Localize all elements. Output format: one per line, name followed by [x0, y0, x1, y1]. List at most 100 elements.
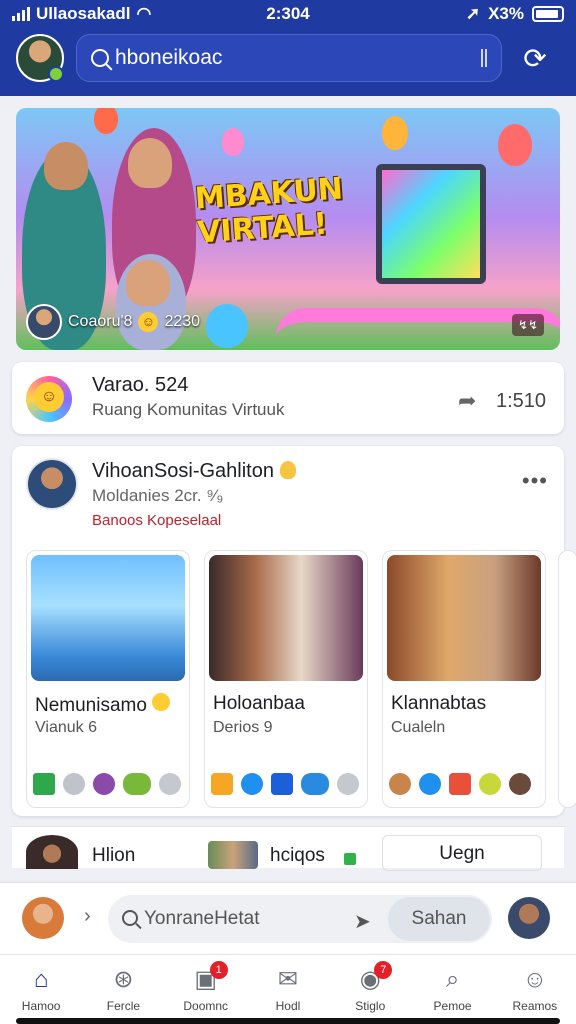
- post-meta: Moldanies 2cr. ⁹⁄₉: [92, 486, 224, 505]
- card-icons: [33, 773, 181, 795]
- post-author[interactable]: VihoanSosi-Gahliton: [92, 460, 296, 483]
- online-indicator: [344, 853, 356, 865]
- avatar-icon[interactable]: [509, 773, 531, 795]
- home-indicator[interactable]: [16, 1018, 560, 1024]
- location-icon: ➚: [465, 4, 481, 23]
- suggestion-label[interactable]: hciqos: [270, 845, 325, 867]
- balloon-decoration: [222, 128, 244, 156]
- app-icon[interactable]: [419, 773, 441, 795]
- community-title: Varao. 524: [92, 374, 189, 396]
- composer-bar: › YonraneHetat ➤ Sahan: [0, 882, 576, 954]
- nav-item-notifications[interactable]: ▣ 1 Doomnc: [165, 955, 247, 1024]
- balloon-decoration: [382, 116, 408, 150]
- nav-item-messages[interactable]: ✉ Hodl: [247, 955, 329, 1024]
- chat-icon[interactable]: [123, 773, 151, 795]
- refresh-icon[interactable]: ⟳: [520, 44, 550, 74]
- filter-icon[interactable]: [481, 49, 487, 67]
- community-card[interactable]: ☺ Varao. 524 Ruang Komunitas Virtuuk ➦ 1…: [12, 362, 564, 434]
- app-icon[interactable]: [159, 773, 181, 795]
- post-card-item-partial[interactable]: [558, 550, 576, 808]
- notification-badge: 1: [209, 961, 228, 979]
- user-avatar[interactable]: [22, 897, 64, 939]
- post-card-item[interactable]: Nemunisamo Vianuk 6: [26, 550, 190, 808]
- nav-item-explore[interactable]: ⊛ Fercle: [82, 955, 164, 1024]
- card-title: Nemunisamo: [35, 693, 171, 717]
- suggestion-avatar[interactable]: [26, 835, 78, 869]
- search-bar[interactable]: hboneikoac: [76, 34, 502, 82]
- app-icon[interactable]: [63, 773, 85, 795]
- nav-item-home[interactable]: ⌂ Hamoo: [0, 955, 82, 1024]
- search-icon: [122, 910, 138, 926]
- app-icon[interactable]: [337, 773, 359, 795]
- author-name: Coaoru'8: [68, 313, 133, 330]
- chevron-right-icon[interactable]: ›: [84, 905, 91, 928]
- nav-item-search[interactable]: ⌕ Pemoe: [411, 955, 493, 1024]
- composer-input[interactable]: YonraneHetat: [144, 908, 260, 930]
- post-card-item[interactable]: Klannabtas Cualeln: [382, 550, 546, 808]
- nav-item-profile[interactable]: ☺ Reamos: [494, 955, 576, 1024]
- community-icon: ☺: [26, 376, 72, 422]
- notification-badge: 7: [374, 961, 393, 979]
- smiley-icon: ☺: [34, 382, 64, 412]
- nav-item-chat[interactable]: ◉ 7 Stiglo: [329, 955, 411, 1024]
- online-indicator: [48, 66, 64, 82]
- profile-icon: ☺: [522, 966, 548, 993]
- messages-icon: ✉: [277, 966, 299, 993]
- post-author-name: VihoanSosi-Gahliton: [92, 460, 274, 482]
- status-right: ➚ X3%: [466, 4, 564, 24]
- virtual-screen-illustration: [376, 164, 486, 284]
- avatar-icon[interactable]: [93, 773, 115, 795]
- smiley-icon: [152, 693, 171, 711]
- suggestion-image[interactable]: [208, 841, 258, 869]
- app-icon[interactable]: [479, 773, 501, 795]
- contact-avatar[interactable]: [508, 897, 550, 939]
- app-icon[interactable]: [211, 773, 233, 795]
- media-badge: ↯↯: [512, 314, 544, 336]
- reaction-count: 2230: [164, 313, 201, 330]
- card-image: [31, 555, 185, 681]
- balloon-decoration: [498, 124, 532, 166]
- post-author-avatar[interactable]: [26, 458, 78, 510]
- share-count: 1:510: [496, 390, 547, 412]
- card-icons: [389, 773, 531, 795]
- send-icon[interactable]: ➤: [354, 909, 371, 934]
- card-subtitle: Cualeln: [391, 719, 446, 736]
- post-tag[interactable]: Banoos Kopeselaal: [92, 512, 221, 529]
- featured-banner[interactable]: MBAKUN VIRTAL! Coaoru'8 ☺ 2230 ↯↯: [16, 108, 560, 350]
- avatar-icon[interactable]: [389, 773, 411, 795]
- card-title: Klannabtas: [391, 693, 487, 714]
- status-bar: Ullaosakadl ◠ 2:304 ➚ X3%: [0, 0, 576, 28]
- chat-icon[interactable]: [301, 773, 329, 795]
- battery-icon: [532, 6, 564, 22]
- banner-title: MBAKUN VIRTAL!: [193, 171, 344, 251]
- bulb-icon: [279, 461, 296, 479]
- app-icon[interactable]: [449, 773, 471, 795]
- post-card-item[interactable]: Holoanbaa Derios 9: [204, 550, 368, 808]
- facebook-icon[interactable]: [271, 773, 293, 795]
- home-icon: ⌂: [33, 966, 49, 993]
- suggestion-label[interactable]: Hlion: [92, 845, 135, 867]
- submit-button[interactable]: Sahan: [388, 897, 490, 941]
- card-subtitle: Derios 9: [213, 719, 273, 736]
- bottom-nav: ⌂ Hamoo ⊛ Fercle ▣ 1 Doomnc ✉ Hodl ◉ 7 Stiglo ⌕…: [0, 954, 576, 1024]
- suggestion-strip: Hlion hciqos Uegn: [12, 826, 564, 871]
- app-icon[interactable]: [33, 773, 55, 795]
- profile-avatar[interactable]: [16, 34, 64, 82]
- author-avatar: [26, 304, 62, 340]
- smiley-icon: ☺: [138, 312, 159, 332]
- suggestion-button[interactable]: Uegn: [382, 835, 542, 871]
- banner-author[interactable]: Coaoru'8 ☺ 2230: [26, 304, 200, 340]
- more-options-icon[interactable]: •••: [522, 468, 548, 494]
- search-input[interactable]: hboneikoac: [115, 46, 481, 70]
- app-header: Ullaosakadl ◠ 2:304 ➚ X3% hboneikoac ⟳: [0, 0, 576, 96]
- composer-field[interactable]: YonraneHetat ➤ Sahan: [108, 895, 492, 943]
- post-card: VihoanSosi-Gahliton Moldanies 2cr. ⁹⁄₉ B…: [12, 446, 576, 816]
- card-subtitle: Vianuk 6: [35, 719, 97, 736]
- explore-icon: ⊛: [113, 966, 134, 993]
- card-icons: [211, 773, 359, 795]
- card-image: [387, 555, 541, 681]
- share-icon[interactable]: ➦: [458, 388, 476, 414]
- battery-percent: X3%: [488, 4, 524, 23]
- community-subtitle: Ruang Komunitas Virtuuk: [92, 400, 285, 419]
- messenger-icon[interactable]: [241, 773, 263, 795]
